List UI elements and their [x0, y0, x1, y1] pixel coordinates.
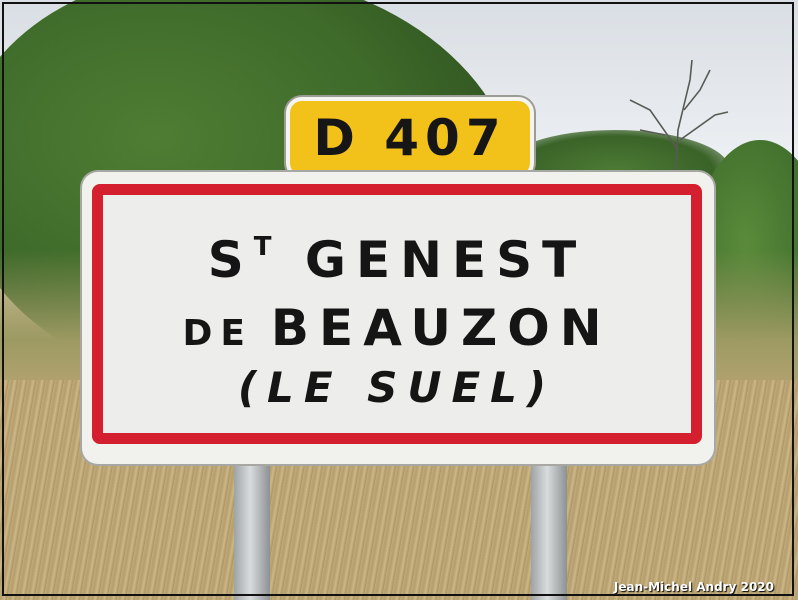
sign-line-1-rest: GENEST: [304, 231, 587, 289]
sign-red-border: ST GENEST DE BEAUZON (LE SUEL): [92, 184, 702, 444]
sign-line-3: (LE SUEL): [237, 363, 557, 412]
town-entry-sign: ST GENEST DE BEAUZON (LE SUEL): [82, 172, 714, 464]
photo: D 407 ST GENEST DE BEAUZON (LE SUEL) Jean…: [0, 0, 798, 600]
route-number-plate: D 407: [286, 97, 534, 179]
sign-line-1-superscript: T: [253, 232, 278, 262]
sign-line-2-small: DE: [182, 313, 253, 354]
sign-post-right: [531, 460, 567, 600]
sign-line-2: DE BEAUZON: [103, 299, 691, 357]
sign-line-1-prefix: S: [207, 231, 254, 289]
photo-credit: Jean-Michel Andry 2020: [613, 580, 774, 594]
dead-tree-branches: [629, 60, 729, 190]
sign-line-2-main: BEAUZON: [270, 299, 612, 357]
route-number-text: D 407: [313, 109, 507, 167]
sign-line-1: ST GENEST: [103, 231, 691, 289]
sign-post-left: [234, 460, 270, 600]
